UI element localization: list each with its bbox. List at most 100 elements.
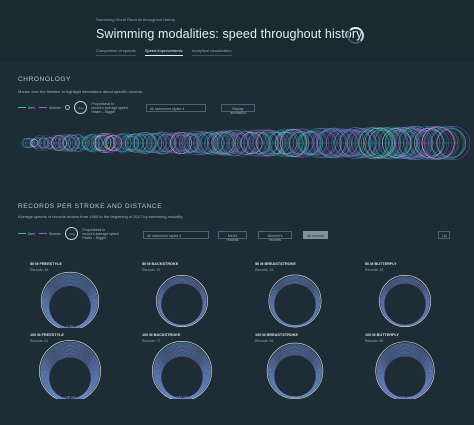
record-ring[interactable] [272,280,318,327]
chronology-timeline[interactable] [0,120,474,168]
stroke-panel[interactable]: 50 M BACKSTROKE Records: 15 1 m/s [142,262,252,330]
record-ring[interactable] [271,350,319,398]
record-ring[interactable] [273,283,317,326]
record-ring[interactable] [47,283,93,328]
record-ring[interactable] [160,355,204,399]
stroke-panel[interactable]: 100 M BREASTSTROKE Records: 49 1.40 m/s [255,333,365,401]
record-ring[interactable] [158,279,206,326]
record-ring[interactable] [47,282,93,328]
record-ring[interactable] [158,278,206,326]
record-ring[interactable] [158,351,206,399]
record-ring[interactable] [380,277,430,327]
concentric-rings-chart [266,342,324,399]
record-ring[interactable] [158,352,206,399]
tab-speed-improvements[interactable]: Speed improvements [144,48,183,56]
record-ring[interactable] [271,351,319,398]
loading-spinner-icon [347,27,364,44]
record-ring[interactable] [270,276,320,327]
panel-scale-label: 1.70 m/s [399,395,411,399]
concentric-rings-chart [268,274,322,328]
record-ring[interactable] [157,276,207,327]
record-ring[interactable] [381,351,429,399]
record-ring[interactable] [381,279,429,326]
record-ring[interactable] [383,354,427,399]
record-ring[interactable] [273,353,317,398]
record-ring[interactable] [46,282,94,328]
chronology-hint: Mouse over the timeline to highlight inf… [18,89,143,94]
record-ring[interactable] [271,280,319,327]
record-ring[interactable] [158,278,206,326]
tab-bar: Competition of speeds Speed improvements… [96,48,232,56]
record-ring[interactable] [381,352,429,399]
record-ring[interactable] [48,356,92,399]
filter-womens-records[interactable]: Women's records [258,231,292,242]
record-ring[interactable] [159,354,205,399]
size-legend-text: Proportional to record's average speed F… [82,227,119,240]
tab-competition[interactable]: Competition of speeds [96,48,136,56]
panel-scale-label: 1.40 m/s [289,395,301,399]
record-ring[interactable] [160,356,204,399]
concentric-rings-chart [39,340,101,399]
panel-scale-label: 1.50 m/s [176,395,188,399]
record-ring[interactable] [272,353,318,398]
record-ring[interactable] [157,277,207,327]
panel-scale-label: 1 m/s [66,324,74,328]
chronology-style-select[interactable]: All swimmers styles ▾ [146,104,206,112]
stroke-panel[interactable]: 100 M BACKSTROKE Records: 72 1.50 m/s [142,333,252,401]
record-ring[interactable] [271,279,319,327]
record-ring[interactable] [271,349,319,398]
record-ring[interactable] [272,352,318,398]
size-legend-circle-icon: Avg [65,227,79,240]
record-ring[interactable] [157,350,207,399]
replay-animation-button[interactable]: Replay animation [221,104,255,115]
record-ring[interactable] [380,350,430,399]
stroke-panel[interactable]: 100 M FREESTYLE Records: 61 1.90 m/s [30,333,140,401]
stroke-panel[interactable]: 50 M FREESTYLE Records: 46 1 m/s [30,262,140,330]
panel-scale-label: 1 m/s [401,324,409,328]
records-style-select[interactable]: All swimmers styles ▾ [143,231,209,239]
stroke-panel[interactable]: 50 M BREASTSTROKE Records: 18 1 m/s [255,262,365,330]
records-title: RECORDS PER STROKE AND DISTANCE [18,203,163,210]
record-ring[interactable] [382,281,428,326]
record-ring[interactable] [273,282,317,326]
record-ring[interactable] [271,278,319,327]
stroke-panel[interactable]: 50 M BUTTERFLY Records: 16 1 m/s [365,262,474,330]
filter-mens-records[interactable]: Men's records [218,231,247,242]
record-ring[interactable] [383,282,427,326]
record-ring[interactable] [270,349,320,398]
concentric-rings-chart [375,341,435,399]
record-ring[interactable] [381,278,429,326]
record-ring[interactable] [381,278,429,326]
record-ring[interactable] [48,285,92,328]
record-ring[interactable] [273,354,317,398]
filter-all-records[interactable]: All records [303,231,328,239]
tab-analytical[interactable]: Analytical visualization [191,48,232,56]
record-ring[interactable] [272,281,318,326]
record-ring[interactable] [382,280,428,326]
record-ring[interactable] [380,276,430,327]
scroll-up-button[interactable]: Up [438,231,450,239]
record-ring[interactable] [383,282,427,326]
record-ring[interactable] [383,355,427,399]
record-ring[interactable] [48,284,92,328]
record-ring[interactable] [160,282,204,326]
small-circle-icon [65,105,71,110]
concentric-rings-chart [379,275,431,327]
record-ring[interactable] [381,350,429,399]
record-ring[interactable] [270,348,320,398]
concentric-rings-chart [152,341,212,399]
record-ring[interactable] [158,352,206,399]
stroke-panel[interactable]: 100 M BUTTERFLY Records: 58 1.70 m/s [365,333,474,401]
record-ring[interactable] [159,281,205,326]
record-ring[interactable] [270,277,320,327]
record-ring[interactable] [380,349,430,399]
size-legend-circle-icon: Avg [74,101,88,114]
panel-scale-label: 1 m/s [178,324,186,328]
record-ring[interactable] [160,282,204,326]
chevron-down-icon: ▾ [179,233,182,238]
record-ring[interactable] [382,354,428,399]
record-ring[interactable] [159,353,205,399]
record-ring[interactable] [159,280,205,326]
record-ring[interactable] [382,353,428,399]
page-title: Swimming modalities: speed throughout hi… [96,27,363,41]
